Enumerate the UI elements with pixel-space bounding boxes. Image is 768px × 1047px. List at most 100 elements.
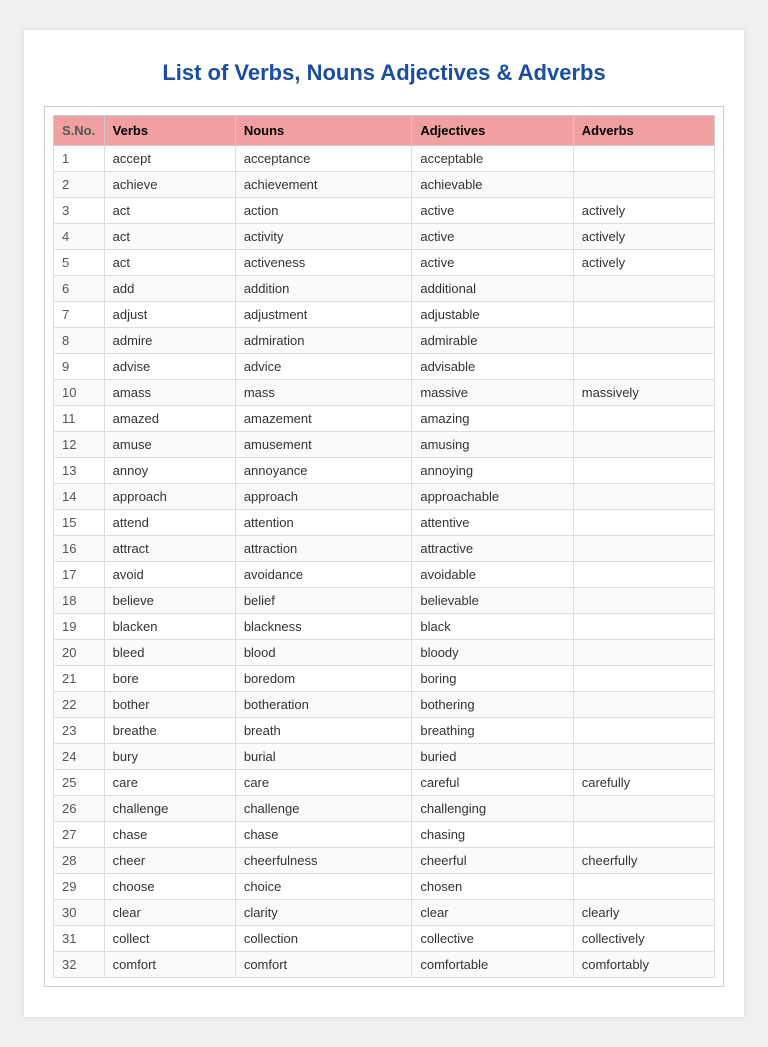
table-row: 22botherbotherationbothering: [54, 692, 715, 718]
cell-sno: 29: [54, 874, 105, 900]
cell-sno: 24: [54, 744, 105, 770]
table-body: 1acceptacceptanceacceptable2achieveachie…: [54, 146, 715, 978]
cell-verb: adjust: [104, 302, 235, 328]
cell-adverb: [573, 562, 714, 588]
cell-adverb: [573, 822, 714, 848]
cell-verb: accept: [104, 146, 235, 172]
cell-adjective: chasing: [412, 822, 573, 848]
cell-adverb: [573, 328, 714, 354]
cell-verb: care: [104, 770, 235, 796]
cell-adjective: attractive: [412, 536, 573, 562]
table-row: 11amazedamazementamazing: [54, 406, 715, 432]
cell-adverb: [573, 510, 714, 536]
table-row: 3actactionactiveactively: [54, 198, 715, 224]
cell-adverb: [573, 874, 714, 900]
cell-sno: 17: [54, 562, 105, 588]
cell-sno: 2: [54, 172, 105, 198]
cell-adjective: challenging: [412, 796, 573, 822]
cell-sno: 23: [54, 718, 105, 744]
cell-sno: 7: [54, 302, 105, 328]
cell-adverb: [573, 146, 714, 172]
cell-adjective: approachable: [412, 484, 573, 510]
cell-adjective: comfortable: [412, 952, 573, 978]
table-row: 4actactivityactiveactively: [54, 224, 715, 250]
table-row: 1acceptacceptanceacceptable: [54, 146, 715, 172]
cell-verb: amuse: [104, 432, 235, 458]
cell-noun: annoyance: [235, 458, 412, 484]
cell-noun: adjustment: [235, 302, 412, 328]
cell-sno: 11: [54, 406, 105, 432]
cell-verb: act: [104, 250, 235, 276]
cell-noun: blackness: [235, 614, 412, 640]
cell-sno: 21: [54, 666, 105, 692]
cell-verb: avoid: [104, 562, 235, 588]
table-row: 16attractattractionattractive: [54, 536, 715, 562]
cell-adjective: believable: [412, 588, 573, 614]
cell-sno: 6: [54, 276, 105, 302]
table-row: 18believebeliefbelievable: [54, 588, 715, 614]
cell-sno: 1: [54, 146, 105, 172]
table-row: 17avoidavoidanceavoidable: [54, 562, 715, 588]
cell-adverb: [573, 718, 714, 744]
header-verbs: Verbs: [104, 116, 235, 146]
cell-adverb: [573, 796, 714, 822]
cell-noun: acceptance: [235, 146, 412, 172]
cell-noun: cheerfulness: [235, 848, 412, 874]
cell-sno: 10: [54, 380, 105, 406]
cell-verb: attract: [104, 536, 235, 562]
cell-sno: 3: [54, 198, 105, 224]
cell-adjective: boring: [412, 666, 573, 692]
cell-verb: collect: [104, 926, 235, 952]
cell-adverb: [573, 614, 714, 640]
cell-noun: blood: [235, 640, 412, 666]
cell-adverb: [573, 484, 714, 510]
cell-verb: achieve: [104, 172, 235, 198]
table-row: 12amuseamusementamusing: [54, 432, 715, 458]
cell-verb: comfort: [104, 952, 235, 978]
table-row: 7adjustadjustmentadjustable: [54, 302, 715, 328]
cell-sno: 13: [54, 458, 105, 484]
cell-adverb: [573, 744, 714, 770]
cell-verb: challenge: [104, 796, 235, 822]
cell-sno: 8: [54, 328, 105, 354]
table-row: 31collectcollectioncollectivecollectivel…: [54, 926, 715, 952]
cell-sno: 30: [54, 900, 105, 926]
table-row: 23breathebreathbreathing: [54, 718, 715, 744]
cell-noun: belief: [235, 588, 412, 614]
cell-noun: choice: [235, 874, 412, 900]
cell-sno: 25: [54, 770, 105, 796]
cell-verb: act: [104, 224, 235, 250]
cell-verb: approach: [104, 484, 235, 510]
cell-adverb: cheerfully: [573, 848, 714, 874]
cell-verb: amass: [104, 380, 235, 406]
cell-verb: believe: [104, 588, 235, 614]
cell-verb: chase: [104, 822, 235, 848]
page-container: List of Verbs, Nouns Adjectives & Adverb…: [24, 30, 744, 1017]
cell-noun: boredom: [235, 666, 412, 692]
table-row: 32comfortcomfortcomfortablecomfortably: [54, 952, 715, 978]
cell-adverb: collectively: [573, 926, 714, 952]
cell-noun: botheration: [235, 692, 412, 718]
table-row: 15attendattentionattentive: [54, 510, 715, 536]
cell-noun: breath: [235, 718, 412, 744]
cell-noun: attention: [235, 510, 412, 536]
table-row: 28cheercheerfulnesscheerfulcheerfully: [54, 848, 715, 874]
cell-adjective: attentive: [412, 510, 573, 536]
table-row: 6addadditionadditional: [54, 276, 715, 302]
cell-adjective: amusing: [412, 432, 573, 458]
cell-noun: collection: [235, 926, 412, 952]
cell-adjective: cheerful: [412, 848, 573, 874]
table-row: 8admireadmirationadmirable: [54, 328, 715, 354]
cell-sno: 28: [54, 848, 105, 874]
table-row: 20bleedbloodbloody: [54, 640, 715, 666]
cell-adverb: [573, 354, 714, 380]
cell-sno: 16: [54, 536, 105, 562]
page-title: List of Verbs, Nouns Adjectives & Adverb…: [44, 60, 724, 86]
cell-sno: 22: [54, 692, 105, 718]
cell-adverb: [573, 666, 714, 692]
cell-adjective: annoying: [412, 458, 573, 484]
cell-noun: advice: [235, 354, 412, 380]
table-row: 29choosechoicechosen: [54, 874, 715, 900]
cell-noun: achievement: [235, 172, 412, 198]
cell-noun: activeness: [235, 250, 412, 276]
